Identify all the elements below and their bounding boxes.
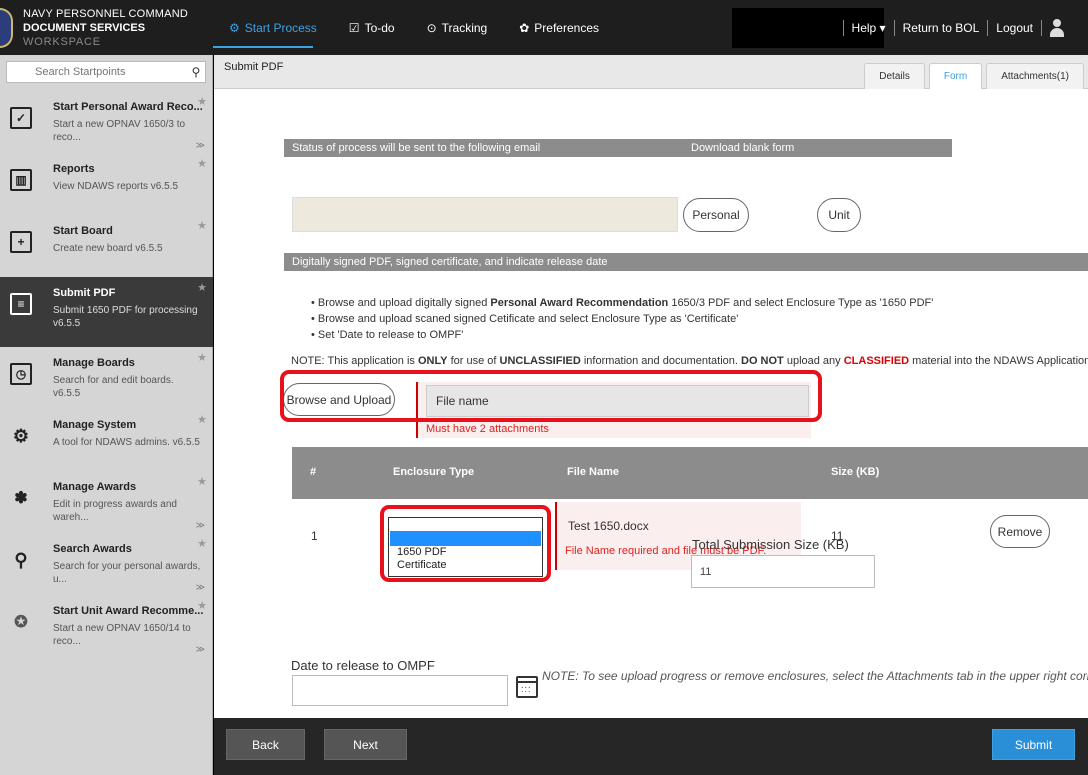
medal-icon: ✪	[14, 614, 28, 631]
chevron-down-icon[interactable]: ≫	[196, 582, 205, 593]
instruction-3: Set 'Date to release to OMPF'	[311, 327, 933, 343]
sidebar-item-manage-boards[interactable]: ◷ Manage Boards Search for and edit boar…	[0, 347, 213, 409]
clipboard-add-icon: +	[10, 231, 32, 253]
page-title: Submit PDF	[224, 61, 284, 73]
sidebar-item-manage-awards[interactable]: ✽ Manage Awards Edit in progress awards …	[0, 471, 213, 533]
search-input[interactable]	[7, 66, 187, 78]
product-subtitle: WORKSPACE	[23, 36, 101, 48]
highlight-box-dropdown	[380, 505, 551, 582]
app-logo[interactable]: NAVY PERSONNEL COMMAND DOCUMENT SERVICES…	[0, 6, 210, 50]
star-icon[interactable]: ★	[197, 537, 207, 550]
org-name: NAVY PERSONNEL COMMAND	[23, 8, 188, 20]
return-to-bol-link[interactable]: Return to BOL	[895, 21, 988, 35]
col-file-name: File Name	[567, 466, 619, 478]
upload-progress-note: NOTE: To see upload progress or remove e…	[542, 669, 1088, 683]
submit-button[interactable]: Submit	[992, 729, 1075, 760]
total-size-field[interactable]: 11	[691, 555, 875, 588]
col-enclosure-type: Enclosure Type	[393, 466, 475, 478]
main-content: Submit PDF Details Form Attachments(1) S…	[214, 55, 1088, 775]
classification-note: NOTE: This application is ONLY for use o…	[291, 355, 1088, 367]
sidebar-item-start-unit-award[interactable]: ✪ Start Unit Award Recomme... Start a ne…	[0, 595, 213, 657]
star-icon[interactable]: ★	[197, 157, 207, 170]
release-date-input[interactable]	[292, 675, 508, 706]
star-icon[interactable]: ★	[197, 599, 207, 612]
attachments-table-header: # Enclosure Type File Name Size (KB)	[292, 447, 1088, 499]
form-tabs: Details Form Attachments(1)	[860, 63, 1084, 89]
target-icon: ⊙	[426, 21, 437, 35]
file-name-value: Test 1650.docx	[568, 519, 649, 533]
sidebar-item-submit-pdf[interactable]: ≡ Submit PDF Submit 1650 PDF for process…	[0, 277, 213, 347]
star-icon[interactable]: ★	[197, 95, 207, 108]
release-date-label: Date to release to OMPF	[291, 658, 435, 673]
gear-icon: ✿	[519, 21, 530, 35]
active-tab-indicator	[213, 46, 313, 48]
footer-bar: Back Next Submit	[214, 718, 1088, 775]
top-right-links: Help ▾ Return to BOL Logout	[842, 8, 1066, 48]
back-button[interactable]: Back	[226, 729, 305, 760]
instruction-1: Browse and upload digitally signed Perso…	[311, 295, 933, 311]
checkbox-icon: ☑	[348, 21, 360, 35]
tab-form[interactable]: Form	[928, 63, 983, 89]
gear-icon: ⚙	[229, 21, 240, 35]
section-bar: Digitally signed PDF, signed certificate…	[284, 253, 1088, 271]
people-gear-icon: ✽	[14, 490, 28, 507]
status-email-bar: Status of process will be sent to the fo…	[284, 139, 952, 157]
highlight-box-upload	[280, 370, 822, 422]
startpoint-search: ⚲	[6, 61, 206, 83]
sidebar-item-start-board[interactable]: + Start Board Create new board v6.5.5 ★	[0, 215, 213, 277]
help-menu[interactable]: Help ▾	[844, 21, 894, 35]
row-number: 1	[311, 529, 318, 543]
pdf-icon: ≡	[10, 293, 32, 315]
startpoints-sidebar: ⚲ ✓ Start Personal Award Reco... Start a…	[0, 55, 213, 775]
nav-start-process[interactable]: ⚙ Start Process	[213, 8, 333, 48]
personal-form-button[interactable]: Personal	[683, 198, 749, 232]
instruction-2: Browse and upload scaned signed Cetifica…	[311, 311, 933, 327]
nav-preferences[interactable]: ✿ Preferences	[503, 8, 615, 48]
main-nav: ⚙ Start Process ☑ To-do ⊙ Tracking ✿ Prefere…	[213, 8, 615, 48]
checkmark-icon: ✓	[10, 107, 32, 129]
tab-details[interactable]: Details	[864, 63, 925, 89]
subheader: Submit PDF Details Form Attachments(1)	[214, 55, 1088, 89]
instructions-list: Browse and upload digitally signed Perso…	[311, 295, 933, 343]
logout-link[interactable]: Logout	[988, 21, 1041, 35]
sidebar-item-manage-system[interactable]: ⚙ Manage System A tool for NDAWS admins.…	[0, 409, 213, 471]
next-button[interactable]: Next	[324, 729, 407, 760]
magnifier-icon: ⚲	[14, 549, 28, 570]
col-number: #	[310, 466, 317, 478]
report-icon: ▥	[10, 169, 32, 191]
attachment-error: Must have 2 attachments	[426, 423, 549, 435]
sidebar-item-reports[interactable]: ▥ Reports View NDAWS reports v6.5.5 ★	[0, 153, 213, 215]
tab-attachments[interactable]: Attachments(1)	[986, 63, 1084, 89]
col-size: Size (KB)	[831, 466, 880, 478]
nav-todo[interactable]: ☑ To-do	[333, 8, 411, 48]
status-email-field[interactable]	[292, 197, 678, 232]
unit-form-button[interactable]: Unit	[817, 198, 861, 232]
chevron-down-icon[interactable]: ≫	[196, 140, 205, 151]
divider	[1041, 20, 1042, 36]
search-icon[interactable]: ⚲	[187, 65, 205, 79]
clipboard-clock-icon: ◷	[10, 363, 32, 385]
star-icon[interactable]: ★	[197, 351, 207, 364]
product-name: DOCUMENT SERVICES	[23, 22, 146, 34]
navy-seal-icon	[0, 8, 14, 48]
download-blank-form-label: Download blank form	[691, 142, 795, 154]
top-navigation-bar: NAVY PERSONNEL COMMAND DOCUMENT SERVICES…	[0, 0, 1088, 55]
star-icon[interactable]: ★	[197, 281, 207, 294]
total-size-label: Total Submission Size (KB)	[692, 537, 849, 552]
chevron-down-icon[interactable]: ≫	[196, 644, 205, 655]
star-icon[interactable]: ★	[197, 219, 207, 232]
sidebar-item-start-personal-award[interactable]: ✓ Start Personal Award Reco... Start a n…	[0, 91, 213, 153]
gear-icon: ⚙	[12, 425, 30, 446]
remove-button[interactable]: Remove	[990, 515, 1050, 548]
nav-tracking[interactable]: ⊙ Tracking	[411, 8, 504, 48]
chevron-down-icon[interactable]: ≫	[196, 520, 205, 531]
user-avatar-icon[interactable]	[1048, 18, 1066, 38]
calendar-icon[interactable]: :::	[516, 676, 538, 698]
star-icon[interactable]: ★	[197, 475, 207, 488]
sidebar-item-search-awards[interactable]: ⚲ Search Awards Search for your personal…	[0, 533, 213, 595]
star-icon[interactable]: ★	[197, 413, 207, 426]
